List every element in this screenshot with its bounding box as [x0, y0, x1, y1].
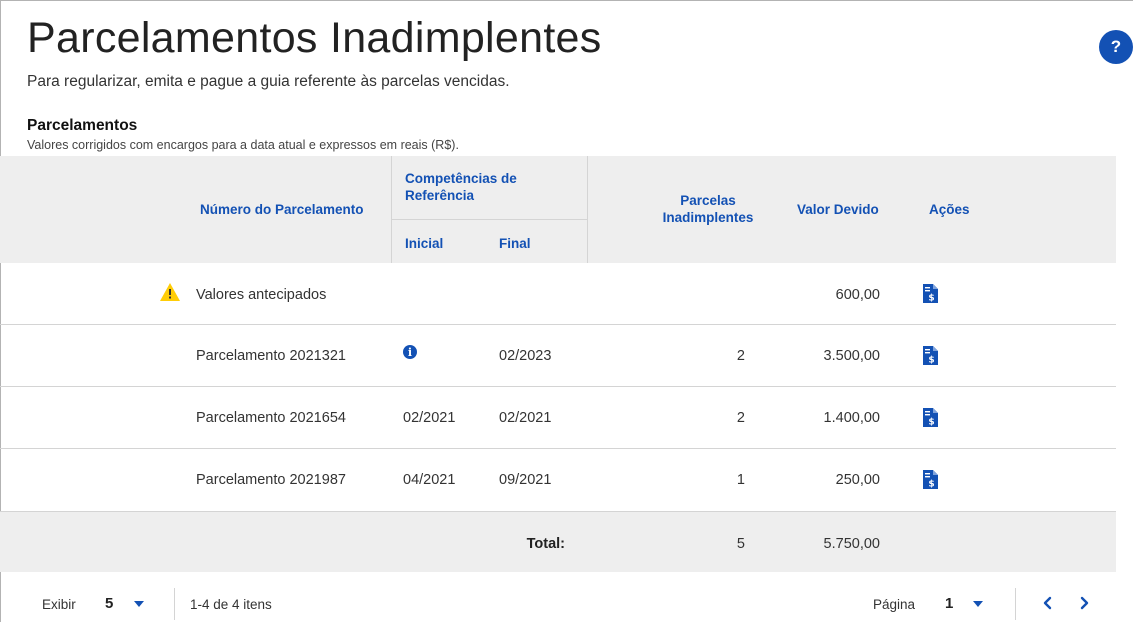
items-info: 1-4 de 4 itens	[190, 597, 272, 612]
footer-divider	[174, 588, 175, 620]
document-dollar-icon[interactable]: $	[923, 284, 938, 303]
caret-down-icon[interactable]	[134, 601, 144, 607]
row-final: 09/2021	[499, 472, 552, 488]
row-inicial: 04/2021	[403, 472, 456, 488]
warning-icon	[160, 283, 180, 301]
page-number-value: 1	[945, 595, 954, 612]
row-parcelas: 2	[736, 348, 745, 364]
col-header-competencias: Competências de Referência	[405, 171, 517, 203]
row-numero: Valores antecipados	[196, 287, 327, 303]
row-numero: Parcelamento 2021654	[196, 410, 346, 426]
header-divider	[391, 219, 587, 220]
svg-text:$: $	[928, 294, 934, 304]
row-numero: Parcelamento 2021321	[196, 348, 346, 364]
footer-divider	[1015, 588, 1016, 620]
col-header-valor[interactable]: Valor Devido	[797, 201, 879, 218]
info-icon[interactable]: i	[403, 345, 417, 359]
page-size-value: 5	[105, 595, 114, 612]
col-header-parcelas[interactable]: Parcelas Inadimplentes	[648, 192, 768, 226]
question-icon: ?	[1110, 37, 1122, 56]
col-header-acoes: Ações	[929, 202, 970, 217]
row-parcelas: 2	[736, 410, 745, 426]
row-parcelas: 1	[736, 472, 745, 488]
caret-down-icon[interactable]	[973, 601, 983, 607]
section-title: Parcelamentos	[27, 117, 138, 134]
exibir-label: Exibir	[42, 597, 76, 612]
row-divider	[0, 448, 1116, 449]
row-numero: Parcelamento 2021987	[196, 472, 346, 488]
col-header-numero[interactable]: Número do Parcelamento	[200, 201, 364, 218]
svg-text:$: $	[928, 356, 934, 366]
total-valor: 5.750,00	[823, 536, 880, 552]
row-valor: 250,00	[835, 472, 880, 488]
page-title: Parcelamentos Inadimplentes	[27, 14, 602, 62]
document-dollar-icon[interactable]: $	[923, 346, 938, 365]
svg-text:$: $	[928, 418, 934, 428]
row-final: 02/2023	[499, 348, 552, 364]
chevron-left-icon[interactable]	[1040, 595, 1056, 611]
chevron-right-icon[interactable]	[1076, 595, 1092, 611]
section-subtitle: Valores corrigidos com encargos para a d…	[27, 138, 459, 152]
col-header-inicial[interactable]: Inicial	[405, 235, 443, 252]
row-divider	[0, 386, 1116, 387]
document-dollar-icon[interactable]: $	[923, 470, 938, 489]
row-valor: 1.400,00	[823, 410, 880, 426]
row-inicial: 02/2021	[403, 410, 456, 426]
row-valor: 3.500,00	[823, 348, 880, 364]
total-parcelas: 5	[736, 536, 745, 552]
row-final: 02/2021	[499, 410, 552, 426]
row-valor: 600,00	[835, 287, 880, 303]
header-divider	[391, 156, 392, 263]
pagina-label: Página	[873, 597, 916, 612]
row-divider	[0, 324, 1116, 325]
header-divider	[587, 156, 588, 263]
help-button[interactable]: ?	[1099, 30, 1133, 64]
document-dollar-icon[interactable]: $	[923, 408, 938, 427]
svg-text:$: $	[928, 480, 934, 490]
total-label: Total:	[526, 536, 565, 552]
page-subtitle: Para regularizar, emita e pague a guia r…	[27, 73, 510, 90]
col-header-final[interactable]: Final	[499, 235, 531, 252]
